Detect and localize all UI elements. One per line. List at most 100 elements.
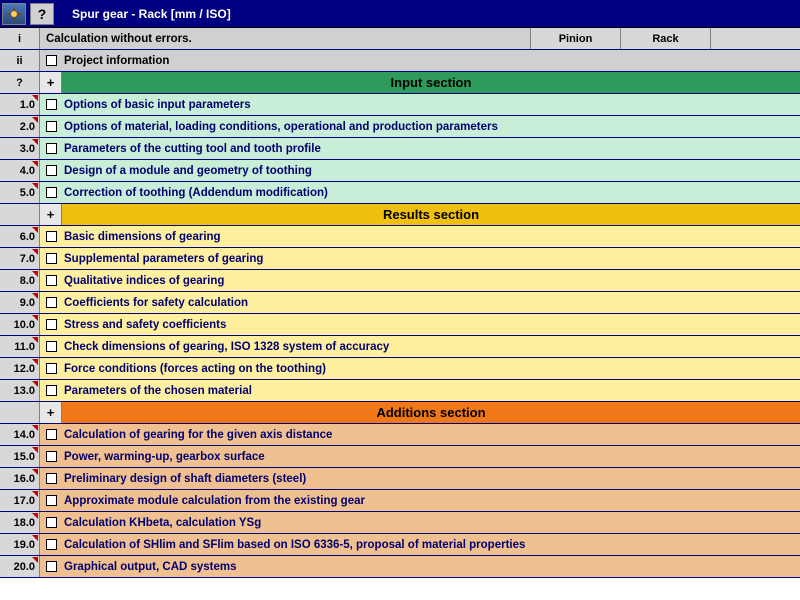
project-info-row[interactable]: ii Project information <box>0 50 800 72</box>
expand-button[interactable]: + <box>40 204 62 225</box>
status-text: Calculation without errors. <box>40 28 530 49</box>
expand-button[interactable]: + <box>40 402 62 423</box>
row-index-ii: ii <box>0 50 40 71</box>
row-number: 18.0 <box>0 512 40 533</box>
checkbox[interactable] <box>46 121 57 132</box>
project-info-label: Project information <box>62 50 800 71</box>
results-row[interactable]: 11.0 Check dimensions of gearing, ISO 13… <box>0 336 800 358</box>
additions-row[interactable]: 17.0 Approximate module calculation from… <box>0 490 800 512</box>
row-label: Options of material, loading conditions,… <box>62 116 800 137</box>
results-row[interactable]: 7.0 Supplemental parameters of gearing <box>0 248 800 270</box>
row-label: Check dimensions of gearing, ISO 1328 sy… <box>62 336 800 357</box>
checkbox[interactable] <box>46 275 57 286</box>
comment-indicator-icon <box>32 535 38 541</box>
checkbox[interactable] <box>46 517 57 528</box>
title-bar: ? Spur gear - Rack [mm / ISO] <box>0 0 800 28</box>
checkbox[interactable] <box>46 187 57 198</box>
comment-indicator-icon <box>32 491 38 497</box>
comment-indicator-icon <box>32 337 38 343</box>
row-label: Calculation of SHlim and SFlim based on … <box>62 534 800 555</box>
checkbox[interactable] <box>46 55 57 66</box>
row-number: 20.0 <box>0 556 40 577</box>
input-row[interactable]: 3.0 Parameters of the cutting tool and t… <box>0 138 800 160</box>
comment-indicator-icon <box>32 557 38 563</box>
checkbox[interactable] <box>46 165 57 176</box>
input-row[interactable]: 5.0 Correction of toothing (Addendum mod… <box>0 182 800 204</box>
additions-section-header: + Additions section <box>0 402 800 424</box>
comment-indicator-icon <box>32 139 38 145</box>
row-label: Parameters of the cutting tool and tooth… <box>62 138 800 159</box>
row-label: Calculation KHbeta, calculation YSg <box>62 512 800 533</box>
checkbox-cell <box>40 50 62 71</box>
checkbox[interactable] <box>46 429 57 440</box>
input-row[interactable]: 1.0 Options of basic input parameters <box>0 94 800 116</box>
checkbox[interactable] <box>46 341 57 352</box>
app-icon[interactable] <box>2 3 26 25</box>
comment-indicator-icon <box>32 381 38 387</box>
results-section-title: Results section <box>62 204 800 225</box>
column-header-empty <box>710 28 800 49</box>
row-label: Force conditions (forces acting on the t… <box>62 358 800 379</box>
row-number: 4.0 <box>0 160 40 181</box>
row-number: 17.0 <box>0 490 40 511</box>
input-section-header: ? + Input section <box>0 72 800 94</box>
comment-indicator-icon <box>32 249 38 255</box>
results-row[interactable]: 10.0 Stress and safety coefficients <box>0 314 800 336</box>
row-number: 6.0 <box>0 226 40 247</box>
input-help-cell[interactable]: ? <box>0 72 40 93</box>
row-label: Coefficients for safety calculation <box>62 292 800 313</box>
row-label: Parameters of the chosen material <box>62 380 800 401</box>
checkbox[interactable] <box>46 473 57 484</box>
additions-row[interactable]: 19.0 Calculation of SHlim and SFlim base… <box>0 534 800 556</box>
additions-section-title: Additions section <box>62 402 800 423</box>
checkbox[interactable] <box>46 385 57 396</box>
checkbox[interactable] <box>46 99 57 110</box>
input-row[interactable]: 2.0 Options of material, loading conditi… <box>0 116 800 138</box>
row-label: Qualitative indices of gearing <box>62 270 800 291</box>
row-number: 2.0 <box>0 116 40 137</box>
comment-indicator-icon <box>32 161 38 167</box>
status-row: i Calculation without errors. Pinion Rac… <box>0 28 800 50</box>
row-number: 1.0 <box>0 94 40 115</box>
comment-indicator-icon <box>32 425 38 431</box>
window-title: Spur gear - Rack [mm / ISO] <box>56 7 231 21</box>
checkbox[interactable] <box>46 451 57 462</box>
additions-spacer-cell <box>0 402 40 423</box>
row-label: Approximate module calculation from the … <box>62 490 800 511</box>
additions-row[interactable]: 20.0 Graphical output, CAD systems <box>0 556 800 578</box>
comment-indicator-icon <box>32 95 38 101</box>
help-button[interactable]: ? <box>30 3 54 25</box>
additions-row[interactable]: 18.0 Calculation KHbeta, calculation YSg <box>0 512 800 534</box>
column-header-rack[interactable]: Rack <box>620 28 710 49</box>
results-row[interactable]: 12.0 Force conditions (forces acting on … <box>0 358 800 380</box>
checkbox[interactable] <box>46 253 57 264</box>
row-label: Preliminary design of shaft diameters (s… <box>62 468 800 489</box>
additions-row[interactable]: 14.0 Calculation of gearing for the give… <box>0 424 800 446</box>
checkbox[interactable] <box>46 143 57 154</box>
column-header-pinion[interactable]: Pinion <box>530 28 620 49</box>
results-row[interactable]: 8.0 Qualitative indices of gearing <box>0 270 800 292</box>
checkbox[interactable] <box>46 539 57 550</box>
results-spacer-cell <box>0 204 40 225</box>
row-index-i: i <box>0 28 40 49</box>
results-row[interactable]: 9.0 Coefficients for safety calculation <box>0 292 800 314</box>
comment-indicator-icon <box>32 513 38 519</box>
additions-row[interactable]: 16.0 Preliminary design of shaft diamete… <box>0 468 800 490</box>
row-number: 8.0 <box>0 270 40 291</box>
results-row[interactable]: 13.0 Parameters of the chosen material <box>0 380 800 402</box>
comment-indicator-icon <box>32 447 38 453</box>
checkbox[interactable] <box>46 319 57 330</box>
row-number: 10.0 <box>0 314 40 335</box>
additions-row[interactable]: 15.0 Power, warming-up, gearbox surface <box>0 446 800 468</box>
comment-indicator-icon <box>32 359 38 365</box>
checkbox[interactable] <box>46 231 57 242</box>
checkbox[interactable] <box>46 495 57 506</box>
comment-indicator-icon <box>32 183 38 189</box>
checkbox[interactable] <box>46 297 57 308</box>
results-row[interactable]: 6.0 Basic dimensions of gearing <box>0 226 800 248</box>
checkbox[interactable] <box>46 363 57 374</box>
expand-button[interactable]: + <box>40 72 62 93</box>
row-label: Calculation of gearing for the given axi… <box>62 424 800 445</box>
input-row[interactable]: 4.0 Design of a module and geometry of t… <box>0 160 800 182</box>
checkbox[interactable] <box>46 561 57 572</box>
